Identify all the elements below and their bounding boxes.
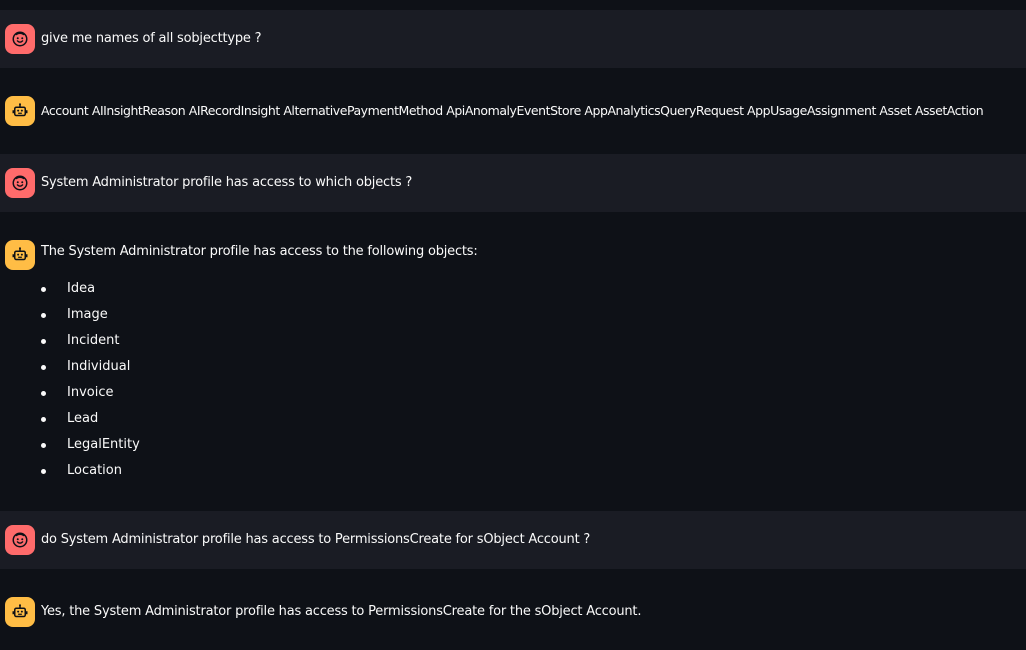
message-text: give me names of all sobjecttype ? <box>41 31 262 46</box>
list-item: Incident <box>41 332 140 358</box>
robot-icon <box>12 103 28 117</box>
chat-conversation: give me names of all sobjecttype ? Accou… <box>0 0 1026 650</box>
robot-icon <box>12 604 28 618</box>
assistant-message: Yes, the System Administrator profile ha… <box>0 583 1026 641</box>
smiling-face-icon <box>12 532 28 548</box>
list-item: Invoice <box>41 384 140 410</box>
user-message: System Administrator profile has access … <box>0 154 1026 212</box>
user-avatar <box>5 24 35 54</box>
message-text: System Administrator profile has access … <box>41 175 413 190</box>
user-message: do System Administrator profile has acce… <box>0 511 1026 569</box>
list-item: Idea <box>41 280 140 306</box>
list-item: LegalEntity <box>41 436 140 462</box>
assistant-message: Account AIInsightReason AIRecordInsight … <box>0 82 1026 140</box>
message-text: Yes, the System Administrator profile ha… <box>41 604 642 619</box>
robot-icon <box>12 247 28 261</box>
list-item: Lead <box>41 410 140 436</box>
smiling-face-icon <box>12 31 28 47</box>
assistant-avatar <box>5 597 35 627</box>
user-avatar <box>5 525 35 555</box>
user-message: give me names of all sobjecttype ? <box>0 10 1026 68</box>
message-text: The System Administrator profile has acc… <box>41 244 478 259</box>
list-item: Image <box>41 306 140 332</box>
smiling-face-icon <box>12 175 28 191</box>
list-item: Individual <box>41 358 140 384</box>
assistant-avatar <box>5 240 35 270</box>
assistant-message: The System Administrator profile has acc… <box>0 226 1026 498</box>
object-list: Idea Image Incident Individual Invoice L… <box>41 280 140 488</box>
assistant-avatar <box>5 96 35 126</box>
message-text: Account AIInsightReason AIRecordInsight … <box>41 103 984 118</box>
message-text: do System Administrator profile has acce… <box>41 532 591 547</box>
list-item: Location <box>41 462 140 488</box>
user-avatar <box>5 168 35 198</box>
